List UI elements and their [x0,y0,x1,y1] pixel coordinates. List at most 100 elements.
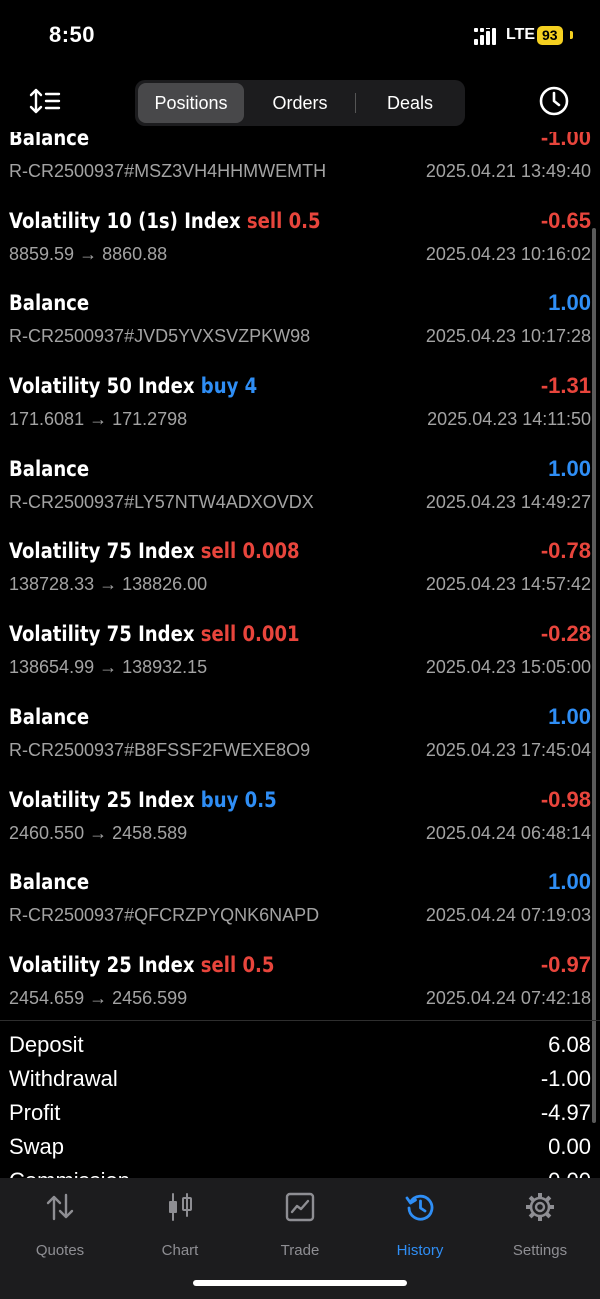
row-title: Balance [9,703,89,731]
signal-icon [474,28,496,45]
summary-label: Withdrawal [9,1066,118,1091]
summary-label: Profit [9,1100,61,1125]
row-comment: R-CR2500937#B8FSSF2FWEXE8O9 [9,739,311,760]
deal-row[interactable]: Volatility 10 (1s) Index sell 0.5 -0.65 88… [0,207,600,290]
tab-label: Settings [512,1242,568,1259]
row-prices: 2454.659 → 2456.599 [9,987,188,1008]
tab-label: Trade [280,1242,320,1259]
row-volume: 0.001 [242,622,300,647]
history-list-content: Balance -1.00 R-CR2500937#MSZ3VH4HHMWEMTH 2… [0,132,600,1020]
tab-label: Quotes [35,1242,85,1259]
tabbar-chart[interactable]: Chart [120,1190,240,1260]
tab-label: Chart [161,1242,199,1259]
history-list[interactable]: Balance -1.00 R-CR2500937#MSZ3VH4HHMWEMTH 2… [0,132,600,1020]
tab-positions[interactable]: Positions [138,83,244,123]
summary-row-commission: Commission 0.00 [0,1164,600,1178]
settings-icon [526,1193,554,1221]
tab-deals[interactable]: Deals [357,83,463,123]
segment-divider [355,93,356,113]
header: Positions Orders Deals [0,72,600,132]
row-amount: -0.97 [540,951,591,977]
deal-row[interactable]: Volatility 50 Index buy 4 -1.31 171.6081 →… [0,372,600,455]
row-title: Balance [9,455,89,483]
row-volume: 0.5 [244,787,277,812]
scrollbar[interactable] [592,228,596,1123]
tabbar-quotes[interactable]: Quotes [0,1190,120,1260]
row-side: buy [200,374,239,399]
summary-value: -4.97 [540,1100,591,1125]
row-date: 2025.04.23 10:16:02 [425,243,591,264]
chart-icon [169,1193,192,1221]
tab-label: History [396,1242,444,1259]
row-prices: 2460.550 → 2458.589 [9,822,188,843]
summary-label: Commission [9,1167,130,1178]
summary-label: Deposit [9,1032,84,1057]
row-symbol: Volatility 10 (1s) Index [9,208,241,233]
row-comment: R-CR2500937#JVD5YVXSVZPKW98 [9,326,311,347]
tabbar-history[interactable]: History [360,1190,480,1260]
balance-row[interactable]: Balance 1.00 R-CR2500937#JVD5YVXSVZPKW98 20… [0,289,600,372]
tabbar-trade[interactable]: Trade [240,1190,360,1260]
tab-orders[interactable]: Orders [247,83,353,123]
row-side: buy [200,787,239,812]
summary-value: 0.00 [548,1134,591,1159]
deal-row[interactable]: Volatility 75 Index sell 0.001 -0.28 13865… [0,620,600,703]
row-title: Balance [9,868,89,896]
row-date: 2025.04.23 14:57:42 [425,574,591,595]
row-date: 2025.04.24 07:19:03 [425,905,591,926]
row-amount: -0.78 [540,538,591,564]
summary-row-withdrawal: Withdrawal -1.00 [0,1062,600,1096]
row-amount: -0.65 [540,207,591,233]
row-title: Volatility 10 (1s) Index sell 0.5 [9,207,321,235]
row-comment: R-CR2500937#MSZ3VH4HHMWEMTH [9,161,327,181]
balance-row[interactable]: Balance 1.00 R-CR2500937#LY57NTW4ADXOVDX 20… [0,455,600,538]
row-title: Balance [9,132,89,152]
deal-row[interactable]: Volatility 25 Index sell 0.5 -0.97 2454.65… [0,951,600,1020]
summary-label: Swap [9,1134,65,1159]
row-amount: -0.28 [540,621,591,647]
network-type: LTE [506,26,536,43]
status-bar: 8:50 LTE 93 [0,0,600,72]
deal-row[interactable]: Volatility 25 Index buy 0.5 -0.98 2460.550… [0,786,600,869]
clock-icon[interactable] [538,85,570,117]
tabbar-settings[interactable]: Settings [480,1190,600,1260]
balance-row[interactable]: Balance 1.00 R-CR2500937#QFCRZPYQNK6NAPD 20… [0,868,600,951]
row-volume: 4 [244,374,258,399]
row-side: sell [200,539,237,564]
row-date: 2025.04.23 15:05:00 [425,657,591,678]
row-symbol: Balance [9,291,90,316]
balance-row[interactable]: Balance -1.00 R-CR2500937#MSZ3VH4HHMWEMTH 2… [0,132,600,207]
quotes-icon [46,1193,74,1221]
row-symbol: Volatility 50 Index [9,374,195,399]
row-prices: 138728.33 → 138826.00 [9,574,208,595]
row-date: 2025.04.23 10:17:28 [425,326,591,347]
row-date: 2025.04.23 17:45:04 [425,739,591,760]
row-symbol: Volatility 75 Index [9,622,195,647]
row-comment: R-CR2500937#QFCRZPYQNK6NAPD [9,905,320,926]
home-indicator[interactable] [193,1280,407,1286]
row-amount: -1.00 [540,132,591,150]
row-symbol: Balance [9,132,90,150]
deal-row[interactable]: Volatility 75 Index sell 0.008 -0.78 13872… [0,537,600,620]
balance-row[interactable]: Balance 1.00 R-CR2500937#B8FSSF2FWEXE8O9 20… [0,703,600,786]
row-title: Volatility 75 Index sell 0.001 [9,620,300,648]
row-date: 2025.04.24 07:42:18 [425,987,591,1008]
status-time: 8:50 [49,22,96,47]
summary-value: 6.08 [548,1032,591,1057]
row-prices: 8859.59 → 8860.88 [9,243,168,264]
segmented-control: Positions Orders Deals [135,80,465,126]
sort-icon[interactable] [28,88,62,114]
row-date: 2025.04.21 13:49:40 [425,161,591,181]
summary-divider [0,1020,600,1021]
row-symbol: Volatility 25 Index [9,952,195,977]
battery-nub [570,31,573,39]
row-symbol: Balance [9,870,90,895]
row-date: 2025.04.23 14:11:50 [427,409,591,430]
trade-icon [285,1192,315,1222]
row-symbol: Volatility 25 Index [9,787,195,812]
summary-row-profit: Profit -4.97 [0,1096,600,1130]
row-amount: 1.00 [548,869,591,895]
history-icon [405,1194,434,1221]
row-title: Balance [9,289,89,317]
row-symbol: Volatility 75 Index [9,539,195,564]
